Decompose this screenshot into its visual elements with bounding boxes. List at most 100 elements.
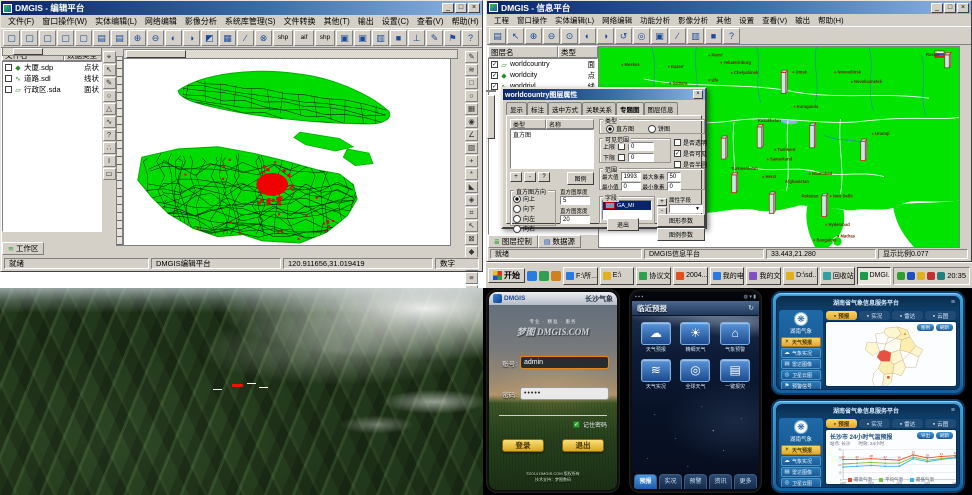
editor-titlebar[interactable]: DMGIS - 编辑平台 _□× bbox=[1, 1, 482, 15]
param-button-1[interactable]: 图例参数 bbox=[657, 228, 705, 241]
draw-tool-7-icon[interactable]: ▨ bbox=[465, 142, 478, 154]
info-tool-1-icon[interactable]: ↖ bbox=[507, 28, 524, 44]
direction-radio-3[interactable]: 向右 bbox=[513, 224, 553, 233]
dialog-close-icon[interactable]: × bbox=[693, 90, 703, 99]
content-tab-2[interactable]: ●雷达 bbox=[892, 419, 923, 428]
upper-limit-input[interactable]: 0 bbox=[628, 142, 654, 151]
draw-tool-4-icon[interactable]: ▦ bbox=[465, 103, 478, 115]
draw-tool-1-icon[interactable]: ≋ bbox=[465, 64, 478, 76]
exit-button[interactable]: 退出 bbox=[562, 439, 604, 452]
dialog-tab-5[interactable]: 图层信息 bbox=[644, 102, 678, 115]
task-button-5[interactable]: 我的文... bbox=[746, 267, 781, 285]
column-layername[interactable]: 图层名 bbox=[488, 46, 558, 58]
dialog-tab-0[interactable]: 显示 bbox=[506, 102, 527, 115]
type-radio-0[interactable]: 直方图 bbox=[606, 124, 634, 133]
menu-info-3[interactable]: 网络编辑 bbox=[598, 15, 636, 26]
tray-icon-2[interactable] bbox=[907, 272, 915, 280]
task-button-3[interactable]: 2004... bbox=[673, 267, 708, 285]
map-hscrollbar[interactable] bbox=[123, 49, 458, 59]
tray-icon-1[interactable] bbox=[897, 272, 905, 280]
menu-editor-9[interactable]: 设置(C) bbox=[378, 16, 413, 27]
draw-tool-3-icon[interactable]: ○ bbox=[465, 90, 478, 102]
editor-tool-9-icon[interactable]: ◐ bbox=[165, 30, 182, 46]
editor-tool-22-icon[interactable]: ⊥ bbox=[408, 30, 425, 46]
draw-tool-5-icon[interactable]: ◉ bbox=[465, 116, 478, 128]
maximize-button[interactable]: □ bbox=[455, 3, 467, 13]
remember-checkbox[interactable]: ✓ bbox=[573, 421, 580, 428]
menu-editor-10[interactable]: 查看(V) bbox=[413, 16, 448, 27]
editor-tool-20-icon[interactable]: ▥ bbox=[372, 30, 389, 46]
editor-tool-7-icon[interactable]: ⊕ bbox=[129, 30, 146, 46]
info-tool-6-icon[interactable]: ◑ bbox=[597, 28, 614, 44]
edit-tool-2-icon[interactable]: ✎ bbox=[103, 77, 116, 89]
weather-app-4[interactable]: ◎全球天气 bbox=[676, 359, 716, 390]
weather-tab-3[interactable]: 资讯 bbox=[709, 474, 732, 489]
sidebar-item-1[interactable]: ☁气象实况 bbox=[781, 348, 821, 358]
sidebar-item-3[interactable]: ◎卫星云图 bbox=[781, 478, 821, 488]
menu-info-0[interactable]: 工程 bbox=[490, 15, 513, 26]
draw-tool-0-icon[interactable]: ✎ bbox=[465, 51, 478, 63]
editor-tool-2-icon[interactable]: ▢ bbox=[39, 30, 56, 46]
menu-editor-4[interactable]: 影像分析 bbox=[181, 16, 221, 27]
account-input[interactable]: admin bbox=[520, 356, 609, 369]
info-tool-4-icon[interactable]: ⊙ bbox=[561, 28, 578, 44]
editor-tool-6-icon[interactable]: ▤ bbox=[111, 30, 128, 46]
attr-field-dropdown[interactable]: ▼ bbox=[669, 204, 703, 213]
weather-app-1[interactable]: ☀精细天气 bbox=[676, 322, 716, 353]
content-tab-0[interactable]: ●预报 bbox=[826, 311, 857, 320]
password-input[interactable]: ••••• bbox=[520, 387, 609, 400]
info-tool-7-icon[interactable]: ↺ bbox=[615, 28, 632, 44]
menu-info-10[interactable]: 帮助(H) bbox=[814, 15, 847, 26]
editor-tool-5-icon[interactable]: ▤ bbox=[93, 30, 110, 46]
editor-tool-14-icon[interactable]: ⊗ bbox=[255, 30, 272, 46]
draw-tool-11-icon[interactable]: ◈ bbox=[465, 194, 478, 206]
info-tool-13-icon[interactable]: ? bbox=[723, 28, 740, 44]
file-row[interactable]: ◆大厦.sdp点状 bbox=[3, 62, 101, 73]
file-row[interactable]: ▱行政区.sda面状 bbox=[3, 84, 101, 95]
task-button-0[interactable]: F:\所... bbox=[563, 267, 598, 285]
exit-button[interactable]: 退出 bbox=[607, 218, 639, 231]
editor-tool-12-icon[interactable]: ▦ bbox=[219, 30, 236, 46]
menu-info-4[interactable]: 功能分析 bbox=[636, 15, 674, 26]
info-tool-3-icon[interactable]: ⊖ bbox=[543, 28, 560, 44]
content-tab-3[interactable]: ●云图 bbox=[925, 419, 956, 428]
refresh-icon[interactable]: ↻ bbox=[748, 304, 754, 312]
quicklaunch-explorer-icon[interactable] bbox=[539, 271, 549, 281]
menu-editor-0[interactable]: 文件(F) bbox=[4, 16, 38, 27]
info-tool-9-icon[interactable]: ▣ bbox=[651, 28, 668, 44]
flag-checkbox-1[interactable] bbox=[674, 150, 681, 157]
content-tab-3[interactable]: ●云图 bbox=[925, 311, 956, 320]
menu-editor-11[interactable]: 帮助(H) bbox=[448, 16, 483, 27]
draw-tool-17-icon[interactable]: ≡ bbox=[465, 272, 478, 284]
editor-tool-17-icon[interactable]: shp bbox=[315, 30, 335, 46]
map-viewport[interactable] bbox=[123, 56, 451, 246]
edit-tool-6-icon[interactable]: ? bbox=[103, 129, 116, 141]
menu-editor-6[interactable]: 文件转换 bbox=[280, 16, 320, 27]
editor-tool-3-icon[interactable]: ▢ bbox=[57, 30, 74, 46]
info-tool-0-icon[interactable]: ▤ bbox=[489, 28, 506, 44]
width-input[interactable]: 20 bbox=[560, 215, 590, 224]
terrain-3d-view[interactable] bbox=[0, 288, 483, 495]
menu-info-8[interactable]: 查看(V) bbox=[758, 15, 791, 26]
close-button[interactable]: × bbox=[468, 3, 480, 13]
legend-button[interactable]: 图例 bbox=[567, 172, 594, 185]
edit-tool-4-icon[interactable]: △ bbox=[103, 103, 116, 115]
editor-tool-15-icon[interactable]: shp bbox=[273, 30, 293, 46]
field-button-0[interactable]: + bbox=[657, 198, 667, 206]
editor-tool-1-icon[interactable]: ▢ bbox=[21, 30, 38, 46]
weather-tab-0[interactable]: 预报 bbox=[634, 474, 657, 489]
info-tool-5-icon[interactable]: ◐ bbox=[579, 28, 596, 44]
editor-tool-8-icon[interactable]: ⊖ bbox=[147, 30, 164, 46]
task-button-8[interactable]: DMGI... bbox=[857, 267, 892, 285]
map-panel[interactable]: 图例刷新 bbox=[825, 321, 957, 387]
panel-pill-1[interactable]: 刷新 bbox=[936, 324, 953, 331]
menu-info-7[interactable]: 设置 bbox=[735, 15, 758, 26]
max-input[interactable]: 1993 bbox=[621, 172, 641, 181]
sidebar-item-3[interactable]: ◎卫星云图 bbox=[781, 370, 821, 380]
tray-icon-5[interactable] bbox=[937, 272, 945, 280]
maxpx-input[interactable]: 50 bbox=[667, 172, 681, 181]
weather-app-3[interactable]: ≋天气实况 bbox=[636, 359, 676, 390]
file-panel-hscrollbar[interactable] bbox=[2, 47, 102, 56]
weather-app-0[interactable]: ☁天气预报 bbox=[636, 322, 676, 353]
dialog-tab-4[interactable]: 专题图 bbox=[616, 102, 644, 115]
